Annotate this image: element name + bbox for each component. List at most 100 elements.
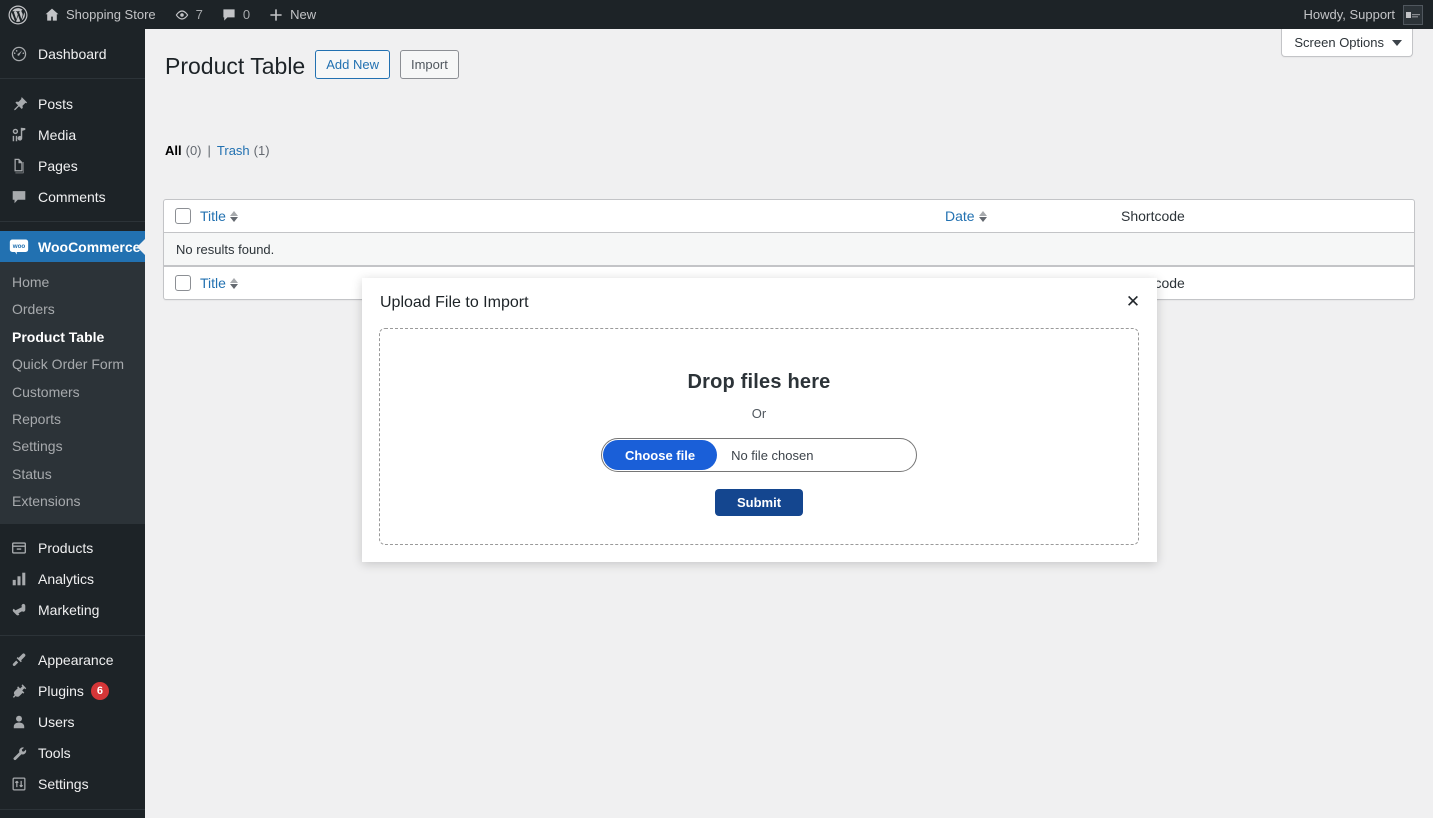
column-title-label: Title (200, 275, 226, 291)
sort-title-link[interactable]: Title (200, 208, 238, 224)
submit-button[interactable]: Submit (714, 489, 804, 516)
dropzone-heading: Drop files here (687, 371, 831, 393)
sidebar-item-users[interactable]: Users (0, 707, 145, 738)
comments-button[interactable]: 0 (212, 0, 259, 29)
sort-title-link-footer[interactable]: Title (200, 275, 238, 291)
file-input-group[interactable]: Choose file No file chosen (601, 438, 917, 472)
new-content-label: New (290, 7, 317, 22)
column-date-label: Date (945, 208, 975, 224)
sidebar-item-media[interactable]: Media (0, 119, 145, 150)
sidebar-item-label: WooCommerce (38, 238, 141, 255)
sidebar-item-plugins[interactable]: Plugins 6 (0, 676, 145, 707)
menu-separator (0, 634, 145, 636)
sidebar-item-comments[interactable]: Comments (0, 181, 145, 212)
views-filter-links: All (0) | Trash (1) (165, 143, 270, 158)
view-link-trash[interactable]: Trash (217, 143, 250, 158)
updates-count: 7 (195, 7, 203, 22)
view-link-all[interactable]: All (165, 143, 182, 158)
svg-text:woo: woo (12, 242, 26, 249)
submenu-item-customers[interactable]: Customers (0, 379, 145, 406)
sort-arrows-icon (229, 277, 238, 289)
select-all-cell (164, 208, 200, 224)
sidebar-item-marketing[interactable]: Marketing (0, 595, 145, 626)
sidebar-item-label: Posts (38, 95, 74, 112)
select-all-checkbox-footer[interactable] (175, 275, 191, 291)
sliders-icon (8, 774, 30, 794)
paintbrush-icon (8, 650, 30, 670)
wrench-icon (8, 743, 30, 763)
sidebar-item-products[interactable]: Products (0, 533, 145, 564)
submenu-item-product-table[interactable]: Product Table (0, 324, 145, 351)
submenu-item-orders[interactable]: Orders (0, 296, 145, 323)
import-button[interactable]: Import (399, 49, 459, 80)
user-icon (8, 712, 30, 732)
admin-bar: Shopping Store 7 0 New Howdy, Support (0, 0, 1433, 29)
file-dropzone[interactable]: Drop files here Or Choose file No file c… (379, 328, 1139, 545)
sidebar-item-label: Marketing (38, 602, 100, 619)
screen-options-button[interactable]: Screen Options (1281, 29, 1413, 57)
view-count-all: (0) (185, 143, 202, 158)
bar-chart-icon (8, 569, 30, 589)
avatar (1403, 4, 1423, 25)
sidebar-item-dashboard[interactable]: Dashboard (0, 38, 145, 69)
plugins-update-badge: 6 (90, 682, 109, 701)
wordpress-logo-button[interactable] (0, 0, 35, 29)
column-header-shortcode: Shortcode (1121, 208, 1185, 224)
sidebar-item-posts[interactable]: Posts (0, 88, 145, 119)
sidebar-item-label: Pages (38, 157, 78, 174)
woo-icon: woo (8, 237, 30, 257)
sidebar-item-label: Media (38, 126, 77, 143)
upload-import-modal: Upload File to Import ✕ Drop files here … (362, 278, 1157, 562)
pin-icon (8, 94, 30, 114)
sidebar-item-label: Users (38, 714, 75, 731)
submenu-item-status[interactable]: Status (0, 461, 145, 488)
pages-icon (8, 156, 30, 176)
products-icon (8, 538, 30, 558)
sidebar-item-label: Dashboard (38, 45, 107, 62)
new-content-button[interactable]: New (259, 0, 325, 29)
select-all-checkbox[interactable] (175, 208, 191, 224)
sidebar-item-label: Plugins (38, 683, 84, 700)
updates-button[interactable]: 7 (165, 0, 212, 29)
sidebar-item-label: Settings (38, 776, 89, 793)
choose-file-button[interactable]: Choose file (603, 440, 718, 470)
home-icon (44, 7, 60, 23)
plus-icon (268, 7, 284, 23)
menu-separator (0, 221, 145, 222)
column-header-date: Date (945, 208, 1121, 224)
comments-count: 0 (242, 7, 251, 22)
menu-top-spacer (0, 29, 145, 38)
close-icon[interactable]: ✕ (1119, 288, 1147, 316)
screen-options-label: Screen Options (1294, 35, 1384, 50)
site-name-button[interactable]: Shopping Store (35, 0, 165, 29)
sidebar-item-analytics[interactable]: Analytics (0, 564, 145, 595)
sort-arrows-icon (978, 210, 987, 222)
sidebar-item-appearance[interactable]: Appearance (0, 645, 145, 676)
submenu-item-extensions[interactable]: Extensions (0, 488, 145, 515)
submenu-item-reports[interactable]: Reports (0, 406, 145, 433)
sidebar-item-pages[interactable]: Pages (0, 150, 145, 181)
submenu-item-home[interactable]: Home (0, 269, 145, 296)
column-title-label: Title (200, 208, 226, 224)
megaphone-icon (8, 600, 30, 620)
column-header-title: Title (200, 208, 945, 224)
updates-icon (174, 7, 190, 23)
sort-date-link[interactable]: Date (945, 208, 987, 224)
sidebar-item-label: Products (38, 540, 94, 557)
dashboard-icon (8, 44, 30, 64)
table-empty-row: No results found. (164, 233, 1414, 266)
no-results-message: No results found. (176, 241, 275, 257)
comment-bubble-icon (8, 187, 30, 207)
sidebar-item-settings[interactable]: Settings (0, 769, 145, 800)
menu-separator (0, 78, 145, 79)
page-header: Product Table Add New Import (165, 43, 459, 86)
sidebar-item-tools[interactable]: Tools (0, 738, 145, 769)
woocommerce-submenu: Home Orders Product Table Quick Order Fo… (0, 262, 145, 524)
submenu-item-settings[interactable]: Settings (0, 433, 145, 460)
add-new-button[interactable]: Add New (315, 49, 390, 80)
modal-title: Upload File to Import (380, 294, 529, 311)
my-account-button[interactable]: Howdy, Support (1294, 0, 1433, 29)
submenu-item-quick-order-form[interactable]: Quick Order Form (0, 351, 145, 378)
sidebar-item-woocommerce[interactable]: woo WooCommerce (0, 231, 145, 262)
wordpress-logo-icon (8, 5, 28, 25)
